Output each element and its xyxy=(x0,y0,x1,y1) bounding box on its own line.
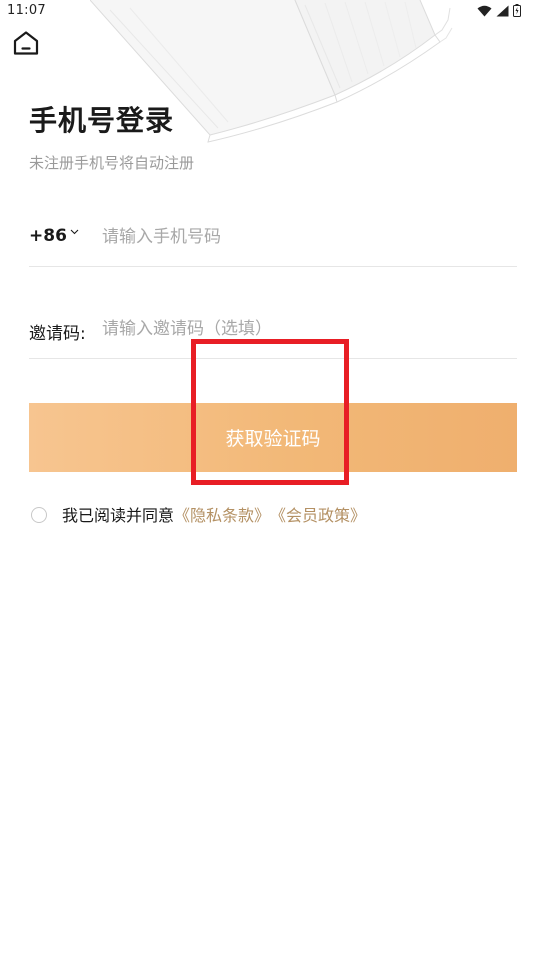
wifi-icon xyxy=(477,5,492,16)
invite-input[interactable] xyxy=(102,316,512,342)
status-time: 11:07 xyxy=(7,3,46,18)
signal-icon xyxy=(496,5,509,16)
chevron-down-icon xyxy=(70,229,79,235)
home-icon xyxy=(13,31,39,55)
phone-input[interactable] xyxy=(102,224,502,250)
agree-checkbox[interactable] xyxy=(31,507,47,523)
status-icons xyxy=(477,4,521,17)
status-bar: 11:07 xyxy=(0,0,545,22)
invite-label: 邀请码: xyxy=(29,324,86,344)
privacy-link[interactable]: 《隐私条款》 xyxy=(174,502,270,526)
invite-row: 邀请码: xyxy=(29,304,517,359)
page-subtitle: 未注册手机号将自动注册 xyxy=(29,154,195,172)
member-policy-link[interactable]: 《会员政策》 xyxy=(270,502,366,526)
country-code-selector[interactable]: +86 xyxy=(29,226,79,246)
battery-icon xyxy=(513,4,521,17)
login-screen: 11:07 手机号登录 未注册手机号将自动注册 +86 请输入手机号码 邀请码:… xyxy=(0,0,545,969)
home-button[interactable] xyxy=(11,29,41,57)
agreement-text: 我已阅读并同意 xyxy=(62,506,175,525)
agreement-row: 我已阅读并同意 《隐私条款》 《会员政策》 xyxy=(31,502,366,526)
page-title: 手机号登录 xyxy=(29,104,175,137)
country-code: +86 xyxy=(29,226,67,246)
phone-row: +86 xyxy=(29,212,517,267)
get-code-button[interactable]: 获取验证码 xyxy=(29,403,517,472)
